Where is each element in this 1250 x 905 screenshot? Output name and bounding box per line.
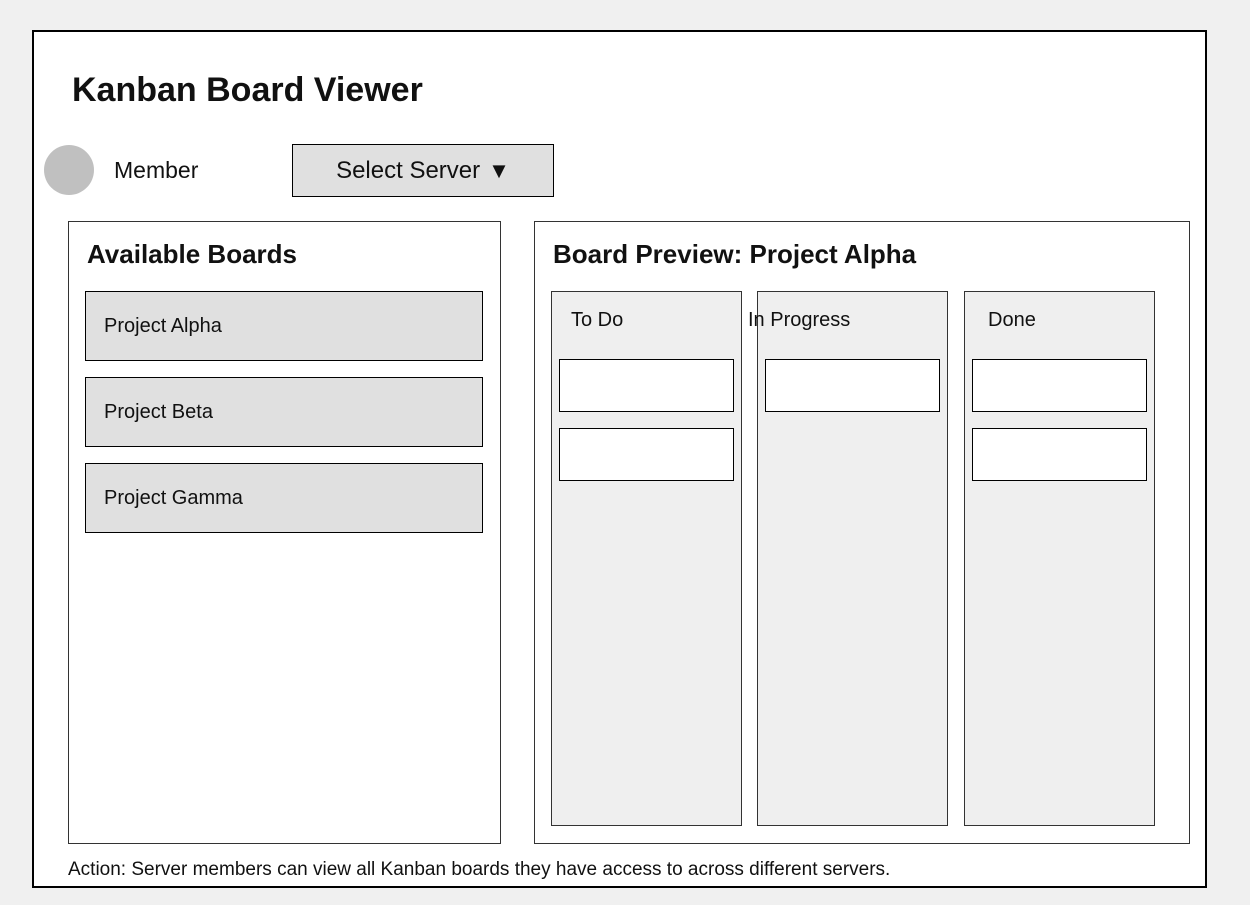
kanban-card[interactable] (765, 359, 940, 412)
board-item-project-gamma[interactable]: Project Gamma (85, 463, 483, 533)
available-boards-title: Available Boards (87, 239, 298, 269)
column-done: Done (964, 291, 1155, 826)
action-description: Action: Server members can view all Kanb… (68, 859, 891, 880)
available-boards-panel: Available Boards Project Alpha Project B… (68, 221, 501, 844)
column-in-progress: In Progress (748, 291, 948, 826)
column-to-do: To Do (551, 291, 742, 826)
board-preview-title: Board Preview: Project Alpha (553, 239, 917, 269)
board-preview-panel: Board Preview: Project Alpha To Do In Pr… (534, 221, 1190, 844)
page-title: Kanban Board Viewer (72, 71, 423, 109)
app-window: Kanban Board Viewer Member Select Server… (32, 30, 1207, 888)
column-title: In Progress (748, 309, 851, 331)
board-item-label: Project Alpha (104, 314, 222, 337)
board-item-label: Project Beta (104, 400, 213, 423)
kanban-card[interactable] (972, 359, 1147, 412)
board-item-label: Project Gamma (104, 486, 243, 509)
kanban-card[interactable] (559, 359, 734, 412)
column-title: Done (988, 309, 1036, 331)
kanban-card[interactable] (972, 428, 1147, 481)
user-role-label: Member (114, 157, 199, 183)
board-item-project-alpha[interactable]: Project Alpha (85, 291, 483, 361)
select-server-dropdown[interactable]: Select Server ▼ (292, 144, 554, 197)
board-item-project-beta[interactable]: Project Beta (85, 377, 483, 447)
kanban-card[interactable] (559, 428, 734, 481)
avatar (44, 145, 94, 195)
dropdown-arrow-icon: ▼ (488, 157, 510, 183)
select-server-label: Select Server (336, 156, 481, 184)
column-title: To Do (571, 309, 624, 331)
